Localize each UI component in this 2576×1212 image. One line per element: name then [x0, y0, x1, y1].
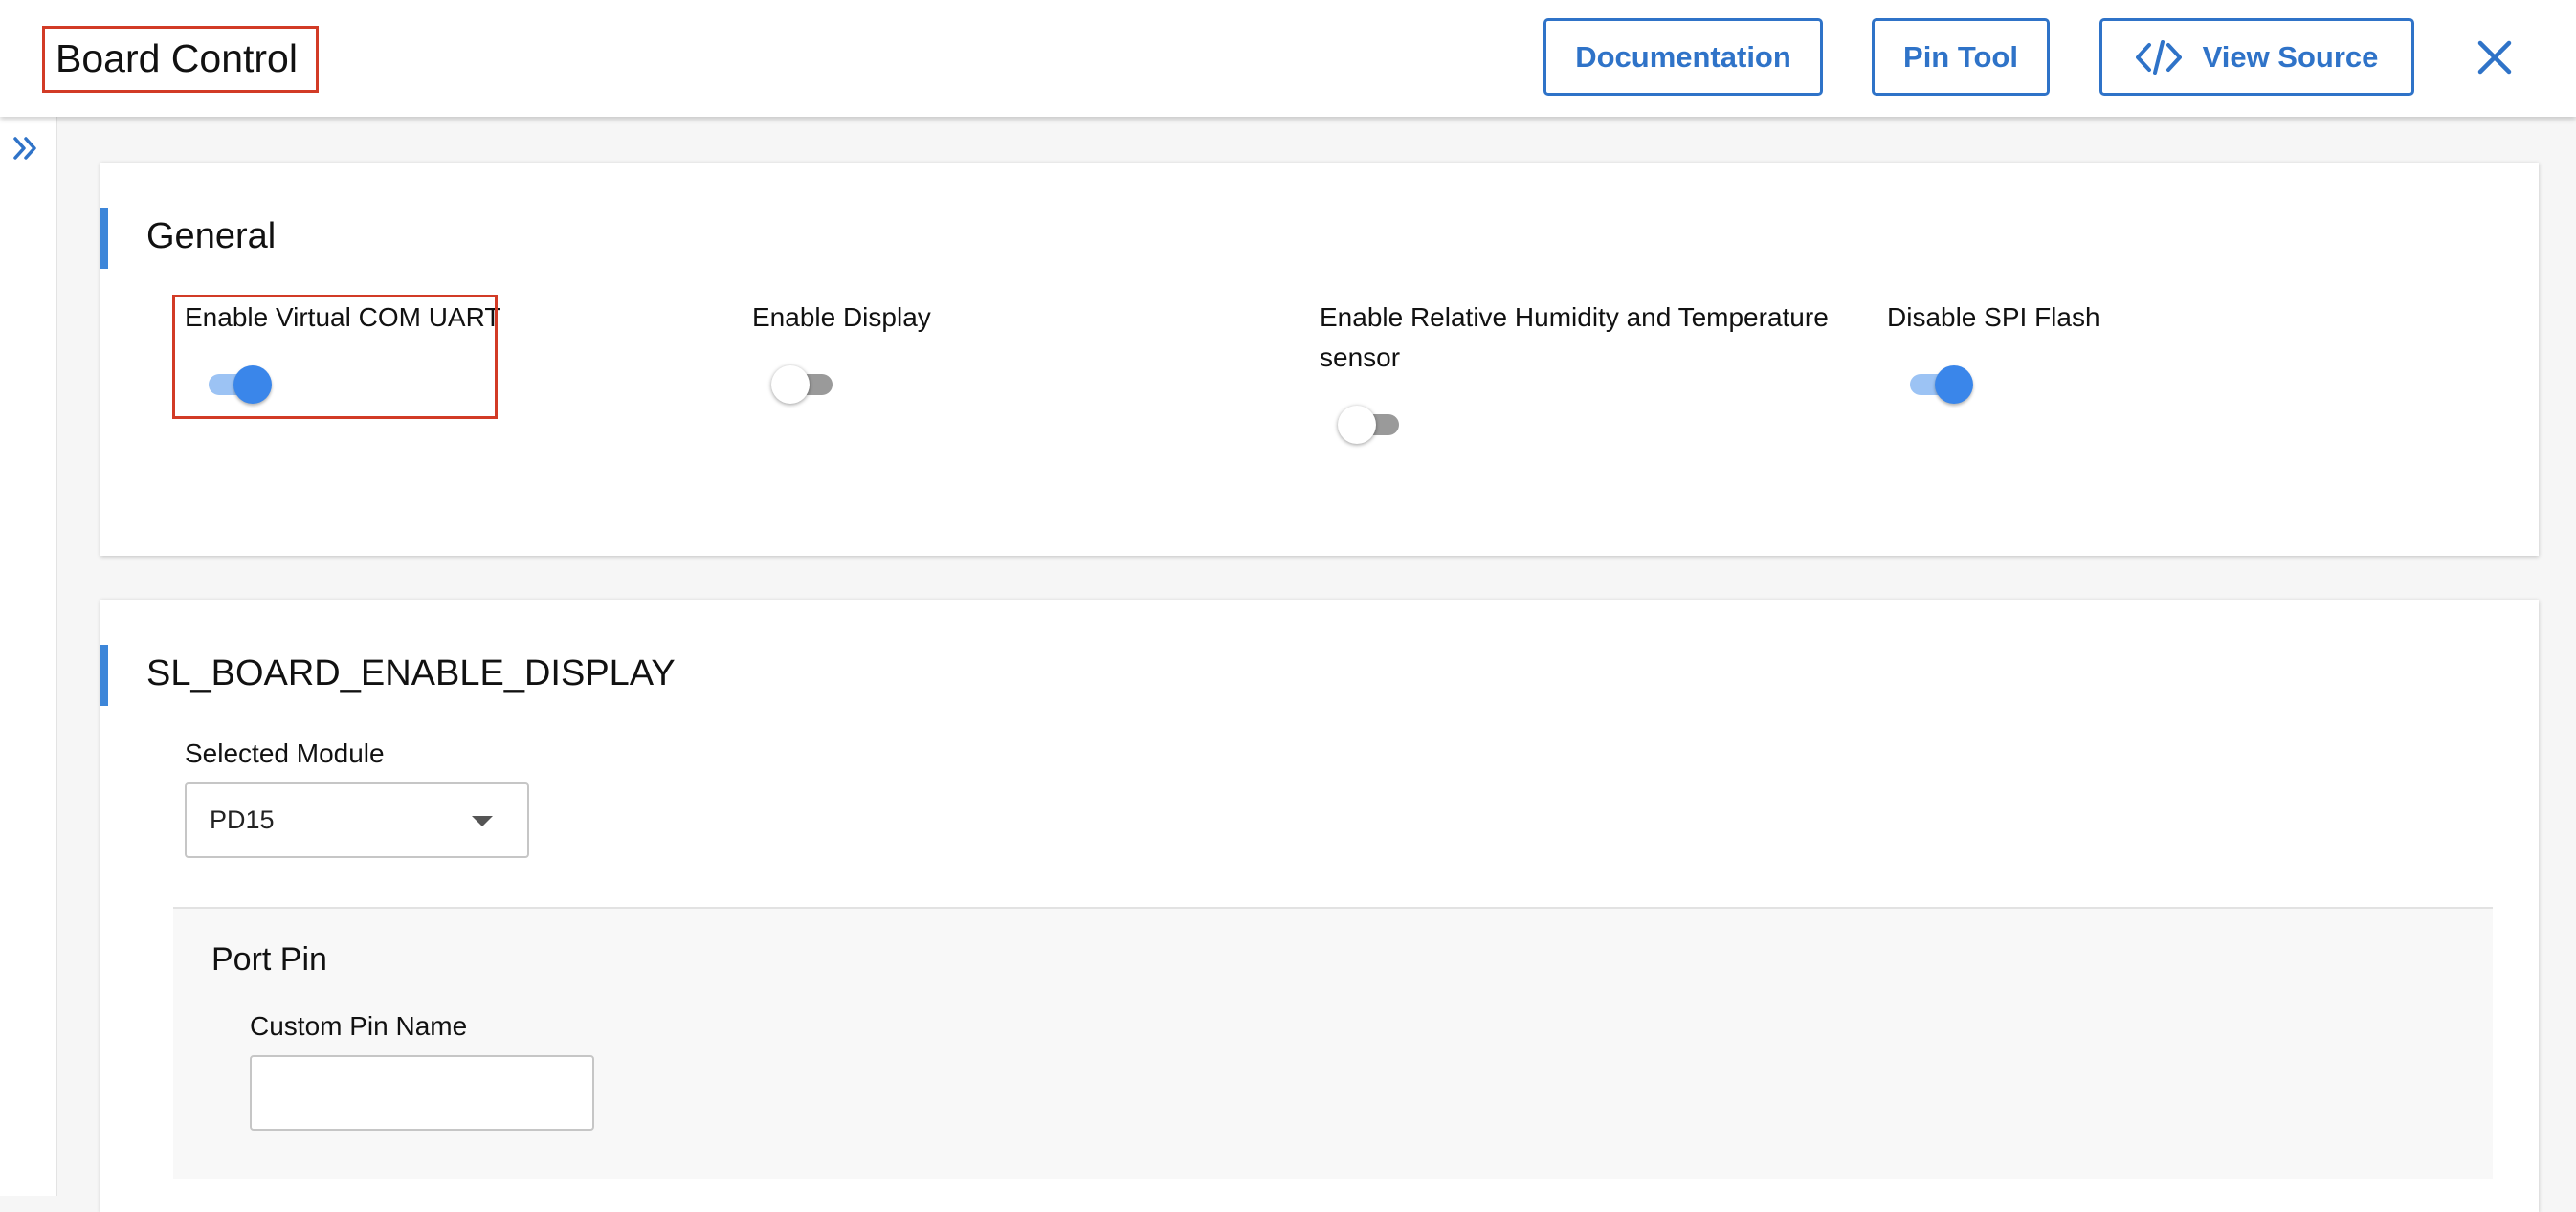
option-label-disable-spi-flash: Disable SPI Flash — [1887, 302, 2100, 332]
pin-tool-button-label: Pin Tool — [1903, 39, 2018, 74]
toggle-humidity-sensor[interactable] — [1338, 406, 1405, 444]
toggle-knob — [1338, 406, 1376, 444]
general-section-title: General — [146, 216, 277, 256]
toggle-knob — [1935, 365, 1973, 404]
display-section-title: SL_BOARD_ENABLE_DISPLAY — [146, 653, 676, 694]
caret-down-icon — [472, 816, 493, 826]
selected-module-label: Selected Module — [185, 738, 385, 768]
view-source-button-label: View Source — [2202, 39, 2379, 74]
left-sidebar-rail — [0, 117, 57, 1196]
selected-module-value: PD15 — [210, 805, 275, 834]
custom-pin-name-label: Custom Pin Name — [250, 1011, 468, 1041]
documentation-button-label: Documentation — [1575, 39, 1791, 74]
option-highlight-box — [172, 295, 498, 419]
pin-tool-button[interactable]: Pin Tool — [1872, 18, 2050, 96]
custom-pin-name-input[interactable] — [250, 1055, 594, 1131]
option-label-humidity-sensor: Enable Relative Humidity and Temperature… — [1320, 297, 1829, 378]
toggle-disable-spi-flash[interactable] — [1906, 365, 1973, 404]
documentation-button[interactable]: Documentation — [1543, 18, 1823, 96]
code-icon — [2135, 39, 2182, 75]
port-pin-panel — [173, 907, 2493, 1179]
page-title: Board Control — [56, 36, 298, 80]
option-label-enable-display: Enable Display — [752, 302, 931, 332]
section-accent-bar — [100, 208, 108, 269]
header-bar: Board Control Documentation Pin Tool Vie… — [0, 0, 2576, 117]
chevron-double-right-icon[interactable] — [11, 134, 40, 163]
section-accent-bar — [100, 645, 108, 706]
port-pin-title: Port Pin — [211, 941, 327, 978]
option-label-humidity-sensor-line1: Enable Relative Humidity and Temperature — [1320, 302, 1829, 332]
close-icon[interactable] — [2476, 38, 2514, 77]
view-source-button[interactable]: View Source — [2099, 18, 2414, 96]
toggle-enable-display[interactable] — [771, 365, 838, 404]
toggle-knob — [771, 365, 810, 404]
selected-module-select[interactable]: PD15 — [185, 782, 529, 858]
option-label-humidity-sensor-line2: sensor — [1320, 342, 1401, 372]
